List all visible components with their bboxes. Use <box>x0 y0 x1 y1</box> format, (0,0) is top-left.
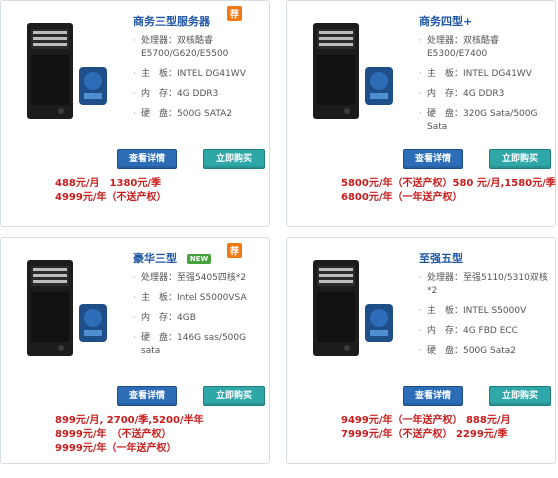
spec-list: 处理器：双核酷睿 E5700/G620/E5500 主 板：INTEL DG41… <box>133 35 265 128</box>
product-title[interactable]: 豪华三型 NEW <box>133 250 212 266</box>
spec-motherboard: 主 板：Intel S5000VSA <box>133 292 265 305</box>
recommended-badge: 荐 <box>227 243 243 258</box>
buy-now-button[interactable]: 立即购买 <box>203 149 265 169</box>
button-row: 查看详情 立即购买 <box>403 386 553 406</box>
price-line: 6800元/年（一年送产权） <box>341 192 463 203</box>
price-list: 5800元/年（不送产权）580 元/月,1580元/季 6800元/年（一年送… <box>341 177 556 205</box>
view-details-button[interactable]: 查看详情 <box>117 149 177 169</box>
price-line: 5800元/年（不送产权）580 元/月,1580元/季 <box>341 178 556 189</box>
product-card: 荐 豪华三型 NEW 处理器：至强5405四核*2 主 板：Intel S500… <box>0 237 270 464</box>
price-list: 899元/月, 2700/季,5200/半年 8999元/年 （不送产权） 99… <box>55 414 204 456</box>
price-line: 9999元/年（一年送产权） <box>55 443 177 454</box>
price-line: 899元/月, 2700/季,5200/半年 <box>55 415 204 426</box>
server-image <box>313 23 393 119</box>
spec-motherboard: 主 板：INTEL S5000V <box>419 305 551 318</box>
spec-list: 处理器：至强5110/5310双核*2 主 板：INTEL S5000V 内 存… <box>419 272 551 365</box>
price-line: 8999元/年 （不送产权） <box>55 429 172 440</box>
product-title[interactable]: 商务三型服务器 <box>133 13 210 29</box>
view-details-button[interactable]: 查看详情 <box>403 386 463 406</box>
spec-cpu: 处理器：双核酷睿 E5300/E7400 <box>419 35 551 61</box>
card-inner: 荐 商务三型服务器 处理器：双核酷睿 E5700/G620/E5500 主 板：… <box>1 1 269 226</box>
spec-disk: 硬 盘：146G sas/500G sata <box>133 332 265 358</box>
product-grid: 荐 商务三型服务器 处理器：双核酷睿 E5700/G620/E5500 主 板：… <box>0 0 558 478</box>
product-title[interactable]: 商务四型+ <box>419 13 472 29</box>
price-list: 488元/月 1380元/季 4999元/年（不送产权） <box>55 177 166 205</box>
spec-motherboard: 主 板：INTEL DG41WV <box>419 68 551 81</box>
server-image <box>27 260 107 356</box>
spec-list: 处理器：至强5405四核*2 主 板：Intel S5000VSA 内 存：4G… <box>133 272 265 365</box>
product-title[interactable]: 至强五型 <box>419 250 463 266</box>
price-list: 9499元/年（一年送产权） 888元/月 7999元/年（不送产权） 2299… <box>341 414 511 442</box>
spec-memory: 内 存：4G DDR3 <box>133 88 265 101</box>
price-line: 488元/月 1380元/季 <box>55 178 162 189</box>
spec-cpu: 处理器：双核酷睿 E5700/G620/E5500 <box>133 35 265 61</box>
spec-disk: 硬 盘：320G Sata/500G Sata <box>419 108 551 134</box>
view-details-button[interactable]: 查看详情 <box>117 386 177 406</box>
spec-memory: 内 存：4GB <box>133 312 265 325</box>
view-details-button[interactable]: 查看详情 <box>403 149 463 169</box>
spec-memory: 内 存：4G FBD ECC <box>419 325 551 338</box>
card-inner: 商务四型+ 处理器：双核酷睿 E5300/E7400 主 板：INTEL DG4… <box>287 1 556 226</box>
button-row: 查看详情 立即购买 <box>117 149 267 169</box>
product-card: 商务四型+ 处理器：双核酷睿 E5300/E7400 主 板：INTEL DG4… <box>286 0 556 227</box>
button-row: 查看详情 立即购买 <box>117 386 267 406</box>
button-row: 查看详情 立即购买 <box>403 149 553 169</box>
product-card: 至强五型 处理器：至强5110/5310双核*2 主 板：INTEL S5000… <box>286 237 556 464</box>
spec-disk: 硬 盘：500G SATA2 <box>133 108 265 121</box>
spec-list: 处理器：双核酷睿 E5300/E7400 主 板：INTEL DG41WV 内 … <box>419 35 551 141</box>
card-inner: 至强五型 处理器：至强5110/5310双核*2 主 板：INTEL S5000… <box>287 238 555 463</box>
price-line: 7999元/年（不送产权） 2299元/季 <box>341 429 508 440</box>
product-title-text: 豪华三型 <box>133 252 177 265</box>
price-line: 9499元/年（一年送产权） 888元/月 <box>341 415 511 426</box>
buy-now-button[interactable]: 立即购买 <box>489 149 551 169</box>
spec-disk: 硬 盘：500G Sata2 <box>419 345 551 358</box>
recommended-badge: 荐 <box>227 6 243 21</box>
buy-now-button[interactable]: 立即购买 <box>489 386 551 406</box>
price-line: 4999元/年（不送产权） <box>55 192 167 203</box>
spec-cpu: 处理器：至强5110/5310双核*2 <box>419 272 551 298</box>
server-image <box>313 260 393 356</box>
server-image <box>27 23 107 119</box>
card-inner: 荐 豪华三型 NEW 处理器：至强5405四核*2 主 板：Intel S500… <box>1 238 269 463</box>
buy-now-button[interactable]: 立即购买 <box>203 386 265 406</box>
spec-motherboard: 主 板：INTEL DG41WV <box>133 68 265 81</box>
spec-cpu: 处理器：至强5405四核*2 <box>133 272 265 285</box>
product-card: 荐 商务三型服务器 处理器：双核酷睿 E5700/G620/E5500 主 板：… <box>0 0 270 227</box>
new-badge: NEW <box>186 254 212 264</box>
spec-memory: 内 存：4G DDR3 <box>419 88 551 101</box>
